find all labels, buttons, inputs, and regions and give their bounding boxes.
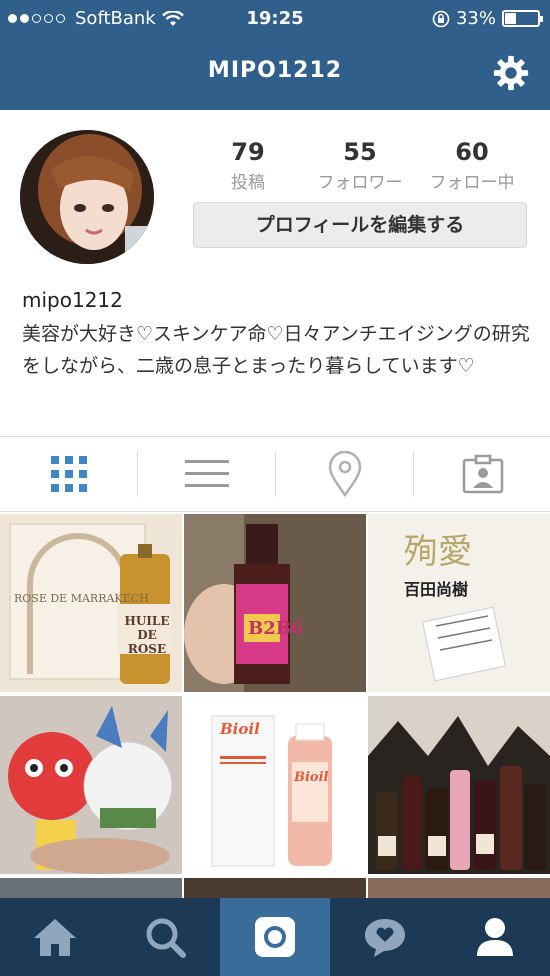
stat-followers[interactable]: 55 フォロワー: [305, 138, 415, 193]
photo-tile[interactable]: [368, 878, 550, 898]
rotation-lock-icon: [432, 10, 450, 27]
page-title: MIPO1212: [207, 58, 343, 83]
photo-tile[interactable]: B2B6: [184, 514, 366, 692]
nav-activity[interactable]: [330, 898, 440, 976]
status-right: 33%: [432, 8, 543, 29]
stat-following[interactable]: 60 フォロー中: [417, 138, 527, 193]
gear-icon[interactable]: [492, 54, 530, 92]
avatar[interactable]: [20, 130, 154, 264]
profile-bio: 美容が大好き♡スキンケア命♡日々アンチエイジングの研究をしながら、二歳の息子とま…: [22, 323, 530, 377]
stat-following-label: フォロー中: [429, 173, 515, 193]
camera-icon: [255, 917, 295, 957]
photo-caption: B2B6: [248, 618, 304, 639]
photo-image: [184, 696, 366, 874]
profile-view-tabs: [0, 436, 550, 512]
tab-grid[interactable]: [0, 437, 137, 511]
home-icon: [34, 919, 76, 956]
photo-caption: Bioil: [294, 770, 329, 785]
photo-caption: 殉愛: [404, 532, 472, 572]
photo-caption: HUILE DE ROSE: [124, 614, 170, 656]
tab-tagged[interactable]: [414, 437, 550, 511]
tab-location[interactable]: [276, 437, 413, 511]
nav-profile[interactable]: [440, 898, 550, 976]
nav-home[interactable]: [0, 898, 110, 976]
search-icon: [146, 918, 186, 958]
stat-following-count: 60: [455, 138, 489, 166]
top-bar: SoftBank 19:25 33% MIPO1212: [0, 0, 550, 110]
photo-tile[interactable]: [184, 878, 366, 898]
photo-image: [0, 696, 182, 874]
photo-caption: ROSE DE MARRAKECH: [14, 592, 149, 605]
battery-percent: 33%: [455, 8, 496, 29]
list-icon: [184, 460, 229, 487]
bottom-nav: [0, 898, 550, 976]
photo-caption: 百田尚樹: [404, 580, 469, 599]
stat-posts-count: 79: [231, 138, 265, 166]
edit-profile-button[interactable]: プロフィールを編集する: [193, 202, 527, 248]
stat-posts-label: 投稿: [231, 173, 265, 193]
photo-tile[interactable]: [0, 696, 182, 874]
stat-followers-count: 55: [343, 138, 377, 166]
photo-tile[interactable]: [0, 878, 182, 898]
nav-search[interactable]: [110, 898, 220, 976]
nav-camera[interactable]: [220, 898, 330, 976]
activity-icon: [365, 919, 405, 957]
profile-username: mipo1212: [22, 288, 123, 312]
location-pin-icon: [328, 451, 361, 497]
tagged-person-icon: [462, 454, 503, 494]
grid-icon: [50, 456, 87, 492]
photo-tile[interactable]: ROSE DE MARRAKECH HUILE DE ROSE: [0, 514, 182, 692]
stat-followers-label: フォロワー: [317, 173, 403, 193]
tab-list[interactable]: [138, 437, 275, 511]
profile-icon: [477, 918, 513, 956]
photo-tile[interactable]: Bioil Bioil: [184, 696, 366, 874]
status-bar: SoftBank 19:25 33%: [0, 0, 550, 38]
photo-image: [368, 696, 550, 874]
photo-tile[interactable]: [368, 696, 550, 874]
battery-icon: [502, 10, 543, 27]
avatar-image: [20, 130, 154, 264]
stat-posts[interactable]: 79 投稿: [193, 138, 303, 193]
photo-tile[interactable]: 殉愛 百田尚樹: [368, 514, 550, 692]
photo-caption: Bioil: [220, 720, 260, 738]
photo-image: [184, 514, 366, 692]
